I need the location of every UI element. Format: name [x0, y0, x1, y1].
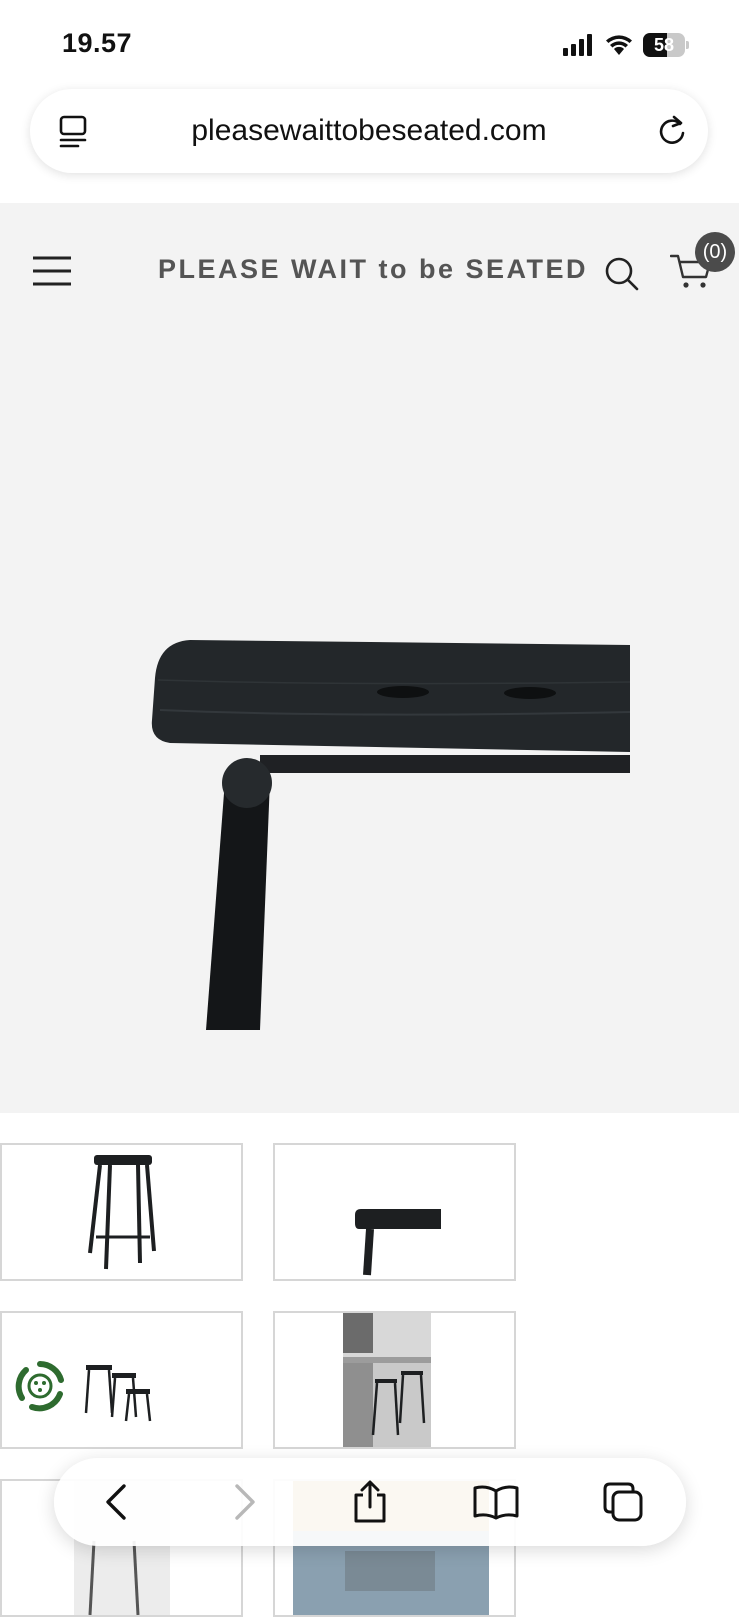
bookmarks-button[interactable]: [466, 1472, 526, 1532]
browser-toolbar: [54, 1458, 686, 1546]
tabs-icon: [603, 1482, 643, 1522]
thumbnail-seat-detail[interactable]: [273, 1143, 516, 1281]
forward-button[interactable]: [214, 1472, 274, 1532]
stool-image: [88, 1155, 156, 1270]
thumbnail-bar-stool-full[interactable]: [0, 1143, 243, 1281]
signal-icon: [563, 34, 592, 56]
battery-percent: 58: [653, 35, 675, 55]
forward-icon: [234, 1484, 255, 1520]
stool-detail-image: [355, 1209, 441, 1276]
tabs-button[interactable]: [593, 1472, 653, 1532]
url-bar[interactable]: pleasewaittobeseated.com: [30, 89, 708, 173]
hamburger-menu-icon[interactable]: [32, 255, 72, 287]
reload-icon[interactable]: [654, 113, 690, 149]
search-icon[interactable]: [604, 256, 640, 292]
eco-recycle-icon[interactable]: [12, 1358, 68, 1414]
thumbnail-kitchen-photo[interactable]: [273, 1311, 516, 1449]
status-icons: 58: [563, 33, 689, 57]
site-logo[interactable]: PLEASE WAIT to be SEATED: [158, 254, 588, 285]
kitchen-photo-image: [343, 1313, 431, 1447]
wifi-icon: [606, 35, 632, 55]
status-time: 19.57: [62, 28, 133, 58]
product-main-image[interactable]: [150, 640, 630, 1030]
battery-icon: 58: [643, 33, 689, 57]
back-icon: [106, 1484, 126, 1520]
bookmarks-icon: [473, 1485, 519, 1520]
share-icon: [354, 1480, 386, 1523]
cart-count-badge[interactable]: (0): [695, 232, 735, 272]
url-text[interactable]: pleasewaittobeseated.com: [30, 89, 708, 173]
back-button[interactable]: [87, 1472, 147, 1532]
share-button[interactable]: [340, 1472, 400, 1532]
